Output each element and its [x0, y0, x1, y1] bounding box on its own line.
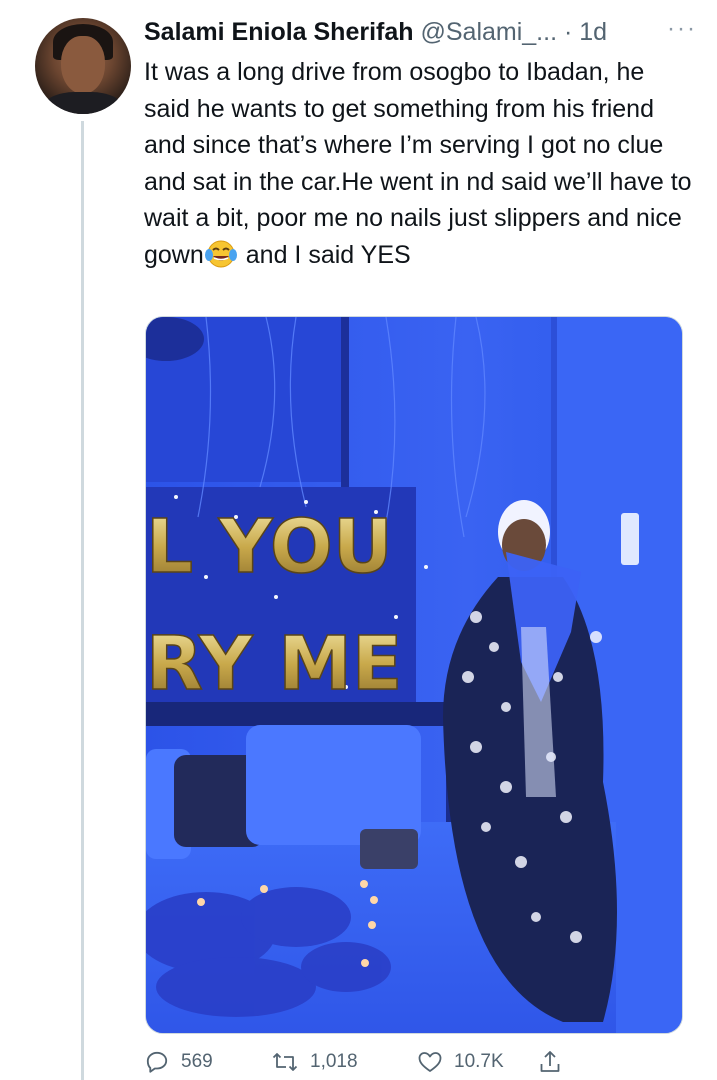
- share-button[interactable]: [538, 1044, 573, 1080]
- author-name[interactable]: Salami Eniola Sherifah: [144, 18, 414, 46]
- share-icon: [540, 1051, 560, 1072]
- avatar-face: [61, 36, 105, 94]
- retweet-count: 1,018: [310, 1051, 358, 1072]
- balloon-letters-line2: RY ME: [146, 621, 402, 707]
- face-with-tears-of-joy-icon: [204, 240, 237, 267]
- photo-illustration: L YOU RY ME: [146, 317, 682, 1033]
- tweet-text: It was a long drive from osogbo to Ibada…: [144, 54, 694, 273]
- author-handle[interactable]: @Salami_...: [420, 18, 557, 46]
- thread-line: [81, 121, 84, 1080]
- tweet-header: Salami Eniola Sherifah @Salami_... · 1d …: [144, 14, 697, 54]
- avatar-shirt: [43, 92, 123, 114]
- like-count: 10.7K: [454, 1051, 504, 1072]
- reply-button[interactable]: 569: [144, 1044, 213, 1080]
- tweet-photo[interactable]: L YOU RY ME: [145, 316, 683, 1034]
- balloon-letters-line1: L YOU: [146, 504, 393, 590]
- header-separator: ·: [563, 18, 573, 46]
- like-button[interactable]: 10.7K: [417, 1044, 504, 1080]
- more-options-icon[interactable]: ···: [667, 14, 697, 44]
- retweet-icon: [272, 1053, 298, 1071]
- reply-icon: [146, 1051, 168, 1073]
- reply-count: 569: [181, 1051, 213, 1072]
- avatar[interactable]: [35, 18, 131, 114]
- like-icon: [418, 1052, 442, 1072]
- tweet-text-main: It was a long drive from osogbo to Ibada…: [144, 58, 692, 269]
- tweet-text-end: and I said YES: [245, 240, 411, 269]
- tweet-timestamp[interactable]: 1d: [579, 18, 607, 46]
- tweet-actions: 569 1,018 10.7K: [144, 1044, 594, 1080]
- retweet-button[interactable]: 1,018: [271, 1044, 358, 1080]
